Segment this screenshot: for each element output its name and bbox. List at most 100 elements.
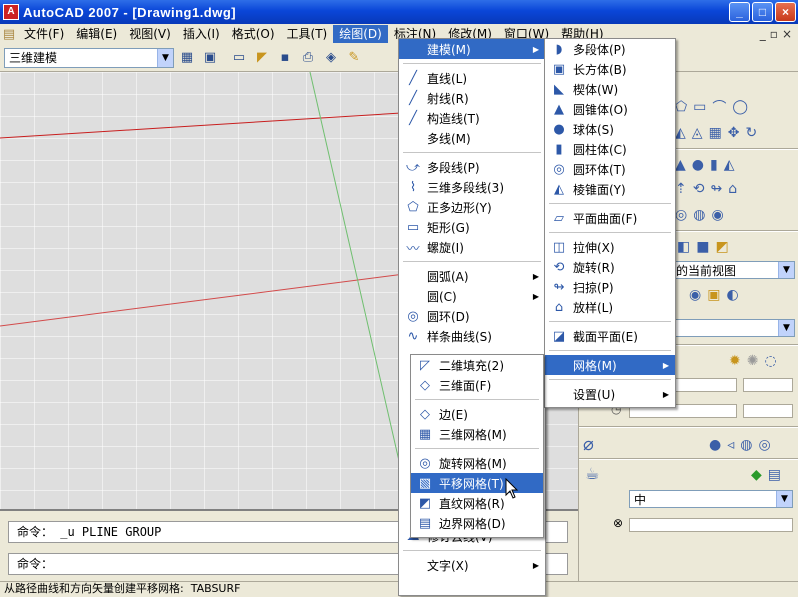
shade-icon[interactable]: ■ (696, 239, 709, 255)
draw_menu-item-16[interactable]: ∿ 样条曲线(S) (399, 326, 545, 346)
rectangle-icon[interactable]: ▭ (693, 99, 706, 115)
draw_menu-item-28[interactable]: 文字(X) ▶ (399, 555, 545, 575)
chevron-down-icon[interactable]: ▼ (157, 48, 173, 67)
modeling_menu-item-11[interactable]: ◫ 拉伸(X) (545, 237, 675, 257)
draw_menu-item-3[interactable]: ╱ 射线(R) (399, 88, 545, 108)
modeling_menu-item-13[interactable]: ↬ 扫掠(P) (545, 277, 675, 297)
doc-close-button[interactable]: × (782, 27, 792, 41)
modeling_menu-item-20[interactable]: 设置(U) ▶ (545, 384, 675, 404)
view-combo[interactable]: 的当前视图 ▼ (671, 261, 795, 279)
mesh_menu-item-8[interactable]: ◩ 直纹网格(R) (411, 493, 543, 513)
union-icon[interactable]: ◎ (675, 207, 687, 223)
draw_menu-item-15[interactable]: ◎ 圆环(D) (399, 306, 545, 326)
modeling_menu-item-2[interactable]: ◣ 楔体(W) (545, 79, 675, 99)
mesh_menu-item-7[interactable]: ▧ 平移网格(T) (411, 473, 543, 493)
modeling_menu-item-7[interactable]: ◭ 棱锥面(Y) (545, 179, 675, 199)
plot-preview-icon[interactable]: ◈ (321, 48, 341, 68)
light-icon[interactable]: ◉ (689, 287, 701, 303)
mesh_menu-item-9[interactable]: ▤ 边界网格(D) (411, 513, 543, 533)
sphere-icon[interactable]: ● (692, 157, 704, 173)
time-field[interactable] (743, 378, 793, 392)
draw_menu-item-10[interactable]: ▭ 矩形(G) (399, 217, 545, 237)
arc-icon[interactable]: ⌒ (712, 97, 726, 117)
draw_menu-item-9[interactable]: ⬠ 正多边形(Y) (399, 197, 545, 217)
modeling_menu-item-4[interactable]: ● 球体(S) (545, 119, 675, 139)
open-file-icon[interactable]: ◤ (252, 48, 272, 68)
close-button[interactable]: × (775, 2, 796, 22)
workspace-settings-icon[interactable]: ▦ (177, 48, 197, 68)
map-icon[interactable]: ◃ (727, 437, 734, 453)
sun-icon[interactable]: ✹ (729, 353, 741, 369)
move-icon[interactable]: ✥ (728, 125, 740, 141)
offset-icon[interactable]: ◬ (692, 125, 703, 141)
cone-icon[interactable]: ▲ (675, 157, 686, 173)
mesh_menu-item-1[interactable]: ◇ 三维面(F) (411, 375, 543, 395)
polygon-icon[interactable]: ⬠ (675, 99, 687, 115)
chevron-down-icon[interactable]: ▼ (776, 491, 792, 507)
draw_menu-item-8[interactable]: ⌇ 三维多段线(3) (399, 177, 545, 197)
draw_menu-item-4[interactable]: ╱ 构造线(T) (399, 108, 545, 128)
mesh_menu-item-0[interactable]: ◸ 二维填充(2) (411, 355, 543, 375)
subtract-icon[interactable]: ◍ (693, 207, 705, 223)
sun-settings-icon[interactable]: ✺ (747, 353, 759, 369)
print-icon[interactable]: ⎙ (298, 48, 318, 68)
exposure-slider[interactable] (629, 518, 793, 532)
draw_menu-item-11[interactable]: 〰螺旋(I) (399, 237, 545, 257)
autocad-app-icon[interactable]: A (3, 4, 19, 20)
extrude-icon[interactable]: ⇡ (675, 181, 687, 197)
intersect-icon[interactable]: ◉ (711, 207, 723, 223)
date-field[interactable] (743, 404, 793, 418)
array-icon[interactable]: ▦ (709, 125, 722, 141)
modeling_menu-item-3[interactable]: ▲ 圆锥体(O) (545, 99, 675, 119)
workspace-save-icon[interactable]: ▣ (200, 48, 220, 68)
new-file-icon[interactable]: ▭ (229, 48, 249, 68)
mesh_menu-item-6[interactable]: ◎ 旋转网格(M) (411, 453, 543, 473)
globe-icon[interactable]: ◍ (740, 437, 752, 453)
modeling_menu-item-12[interactable]: ⟲ 旋转(R) (545, 257, 675, 277)
chevron-down-icon[interactable]: ▼ (778, 262, 794, 278)
render-quality-combo[interactable]: 中 ▼ (629, 490, 793, 508)
visual-style-icon[interactable]: ◧ (677, 239, 690, 255)
modeling_menu-item-1[interactable]: ▣ 长方体(B) (545, 59, 675, 79)
attach-icon[interactable]: ◎ (758, 437, 770, 453)
draw_menu-item-13[interactable]: 圆弧(A) ▶ (399, 266, 545, 286)
draw_menu-item-14[interactable]: 圆(C) ▶ (399, 286, 545, 306)
draw_menu-item-7[interactable]: ⤻ 多段线(P) (399, 157, 545, 177)
render-icon[interactable]: ◐ (726, 287, 738, 303)
sky-icon[interactable]: ◌ (764, 353, 776, 369)
menu-file[interactable]: 文件(F) (18, 25, 70, 43)
render-go-icon[interactable]: ◆ (751, 467, 762, 483)
pyramid-icon[interactable]: ◭ (724, 157, 735, 173)
workspace-combo[interactable]: 三维建模 ▼ (4, 47, 174, 68)
material-browser-icon[interactable]: ● (709, 437, 721, 453)
mesh_menu-item-3[interactable]: ◇ 边(E) (411, 404, 543, 424)
document-icon[interactable]: ▤ (0, 24, 18, 44)
modeling_menu-item-5[interactable]: ▮ 圆柱体(C) (545, 139, 675, 159)
modeling_menu-item-0[interactable]: ◗ 多段体(P) (545, 39, 675, 59)
loft-icon[interactable]: ⌂ (728, 181, 737, 197)
maximize-button[interactable]: □ (752, 2, 773, 22)
publish-icon[interactable]: ✎ (344, 48, 364, 68)
cylinder-icon[interactable]: ▮ (710, 157, 718, 173)
mirror-icon[interactable]: ◭ (675, 125, 686, 141)
draw_menu-item-0[interactable]: 建模(M) ▶ (399, 39, 545, 59)
draw_menu-item-2[interactable]: ╱ 直线(L) (399, 68, 545, 88)
menu-tools[interactable]: 工具(T) (281, 25, 334, 43)
menu-edit[interactable]: 编辑(E) (70, 25, 123, 43)
box-view-icon[interactable]: ◩ (715, 239, 728, 255)
menu-insert[interactable]: 插入(I) (177, 25, 226, 43)
rotate-icon[interactable]: ↻ (746, 125, 758, 141)
modeling_menu-item-9[interactable]: ▱ 平面曲面(F) (545, 208, 675, 228)
modeling_menu-item-6[interactable]: ◎ 圆环体(T) (545, 159, 675, 179)
save-file-icon[interactable]: ▪ (275, 48, 295, 68)
select-combo[interactable]: ▼ (671, 319, 795, 337)
draw_menu-item-5[interactable]: 多线(M) (399, 128, 545, 148)
mesh_menu-item-4[interactable]: ▦ 三维网格(M) (411, 424, 543, 444)
circle-icon[interactable]: ◯ (732, 99, 748, 115)
revolve-icon[interactable]: ⟲ (693, 181, 705, 197)
modeling_menu-item-16[interactable]: ◪ 截面平面(E) (545, 326, 675, 346)
doc-minimize-button[interactable]: _ (760, 27, 766, 41)
doc-restore-button[interactable]: ▫ (770, 27, 778, 41)
menu-view[interactable]: 视图(V) (123, 25, 177, 43)
menu-draw[interactable]: 绘图(D) (333, 25, 388, 43)
